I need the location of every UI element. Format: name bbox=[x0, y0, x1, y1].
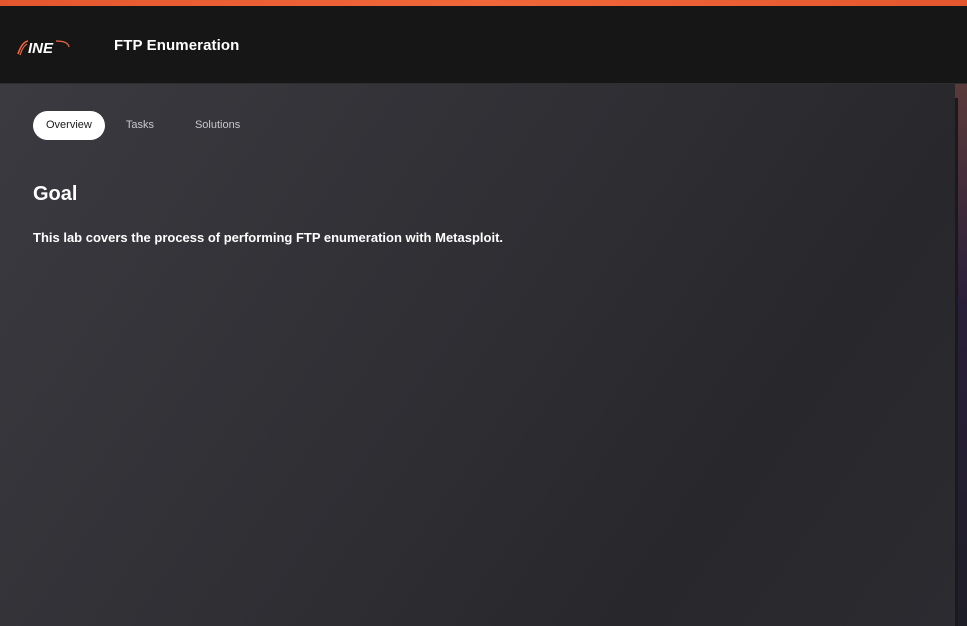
tab-solutions[interactable]: Solutions bbox=[182, 111, 253, 140]
tab-bar: Overview Tasks Solutions bbox=[33, 111, 257, 140]
goal-description: This lab covers the process of performin… bbox=[33, 230, 504, 245]
ine-logo[interactable]: INE bbox=[16, 36, 72, 58]
tab-overview[interactable]: Overview bbox=[33, 111, 105, 140]
lab-title: FTP Enumeration bbox=[114, 37, 240, 54]
app-header: INE FTP Enumeration bbox=[0, 6, 967, 84]
logo-text: INE bbox=[28, 40, 54, 57]
goal-heading: Goal bbox=[33, 183, 78, 205]
tab-tasks[interactable]: Tasks bbox=[113, 111, 167, 140]
content-panel bbox=[0, 84, 955, 626]
scrollbar[interactable] bbox=[955, 98, 958, 626]
